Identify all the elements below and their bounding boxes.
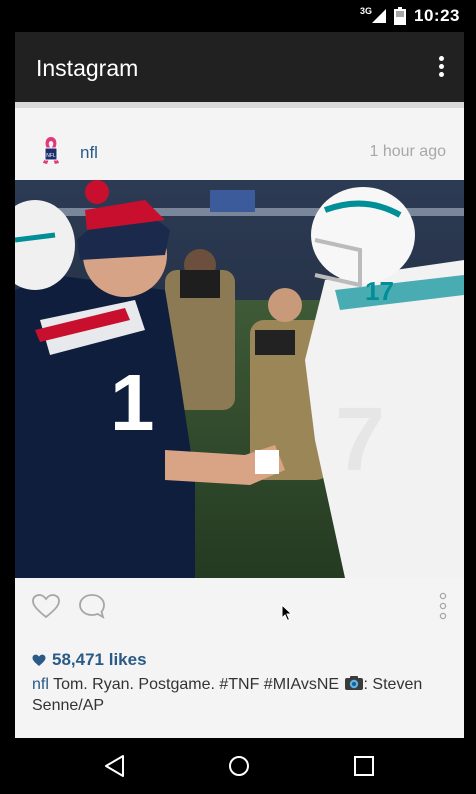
- likes-heart-icon: [32, 654, 46, 666]
- post-header: NFL nfl 1 hour ago: [15, 108, 464, 180]
- photo-handshake-image: 1 7 17: [15, 180, 464, 578]
- post-card: NFL nfl 1 hour ago 1 7 17 58,471 likes n…: [15, 108, 464, 738]
- post-timestamp: 1 hour ago: [369, 143, 446, 160]
- app-window: Instagram NFL nfl 1 hour ago 1 7 17 58,4…: [15, 32, 464, 738]
- svg-text:1: 1: [110, 358, 155, 447]
- likes-row[interactable]: 58,471 likes: [32, 650, 147, 670]
- network-type-label: 3G: [360, 6, 373, 16]
- status-icons: 3G 10:23: [360, 6, 460, 26]
- heart-outline-icon[interactable]: [31, 592, 61, 620]
- post-actions: [15, 578, 464, 638]
- vertical-dots-icon[interactable]: [436, 592, 450, 620]
- status-clock: 10:23: [414, 6, 460, 25]
- caption-username[interactable]: nfl: [32, 676, 49, 693]
- recents-square-icon[interactable]: [350, 752, 378, 780]
- app-toolbar: Instagram: [15, 32, 464, 102]
- home-circle-icon[interactable]: [225, 752, 253, 780]
- caption-text: Tom. Ryan. Postgame. #TNF #MIAvsNE: [48, 676, 344, 693]
- system-nav-bar: [0, 738, 476, 794]
- overflow-menu-icon[interactable]: [436, 56, 446, 78]
- status-bar: 3G 10:23: [0, 0, 476, 32]
- nfl-avatar[interactable]: NFL: [37, 133, 65, 169]
- likes-count: 58,471 likes: [52, 650, 147, 669]
- app-title: Instagram: [36, 55, 139, 81]
- svg-text:7: 7: [335, 390, 385, 490]
- mouse-cursor-icon: [281, 604, 293, 622]
- battery-icon: [394, 7, 407, 25]
- back-triangle-icon[interactable]: [101, 752, 129, 780]
- post-photo[interactable]: 1 7 17: [15, 180, 464, 578]
- post-username[interactable]: nfl: [80, 143, 98, 163]
- svg-text:NFL: NFL: [46, 153, 56, 159]
- camera-emoji-icon: [344, 676, 363, 690]
- comment-bubble-icon[interactable]: [77, 592, 107, 620]
- post-caption: nfl Tom. Ryan. Postgame. #TNF #MIAvsNE :…: [32, 674, 452, 716]
- signal-icon: [372, 9, 387, 23]
